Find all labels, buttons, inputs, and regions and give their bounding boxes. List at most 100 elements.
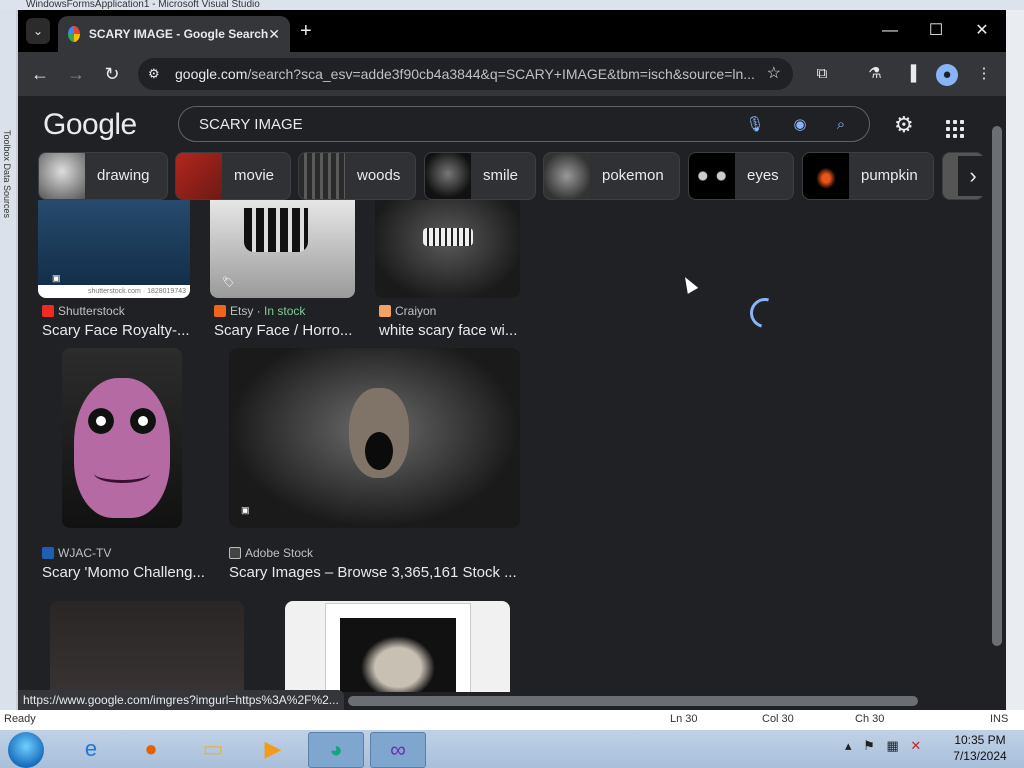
chip-label: drawing	[97, 167, 150, 184]
tab-close-icon[interactable]: ✕	[268, 26, 280, 43]
background-side-label: Toolbox Data Sources	[2, 130, 12, 219]
maximize-button[interactable]: ☐	[916, 18, 956, 44]
background-right-edge	[1006, 10, 1024, 710]
tab-title: SCARY IMAGE - Google Search	[88, 27, 269, 41]
result-image[interactable]: ▣	[229, 348, 520, 528]
side-panel-icon[interactable]: ▐	[901, 64, 921, 84]
result-image[interactable]: 🏷	[210, 200, 355, 298]
chip-pumpkin[interactable]: pumpkin	[802, 152, 934, 200]
result-caption[interactable]: Scary Face Royalty-...	[42, 322, 192, 339]
system-tray: ▴ ⚑ ▦ ✕	[845, 738, 921, 754]
menu-kebab-icon[interactable]: ⋮	[974, 64, 994, 84]
search-input[interactable]	[197, 113, 721, 135]
google-favicon-icon	[68, 26, 80, 42]
close-window-button[interactable]: ✕	[962, 18, 1002, 44]
tab-strip: ⌄ SCARY IMAGE - Google Search ✕ + — ☐ ✕	[18, 10, 1006, 52]
microphone-icon[interactable]: 🎙	[744, 114, 766, 136]
google-images-page: Google 🎙 ◉ ⌕ ⚙ drawing movie woods	[18, 96, 988, 692]
internet-explorer-icon[interactable]: e	[64, 732, 118, 766]
result-image[interactable]	[375, 200, 520, 298]
status-line: Ln 30	[670, 713, 698, 725]
chip-smile[interactable]: smile	[424, 152, 536, 200]
wjac-favicon-icon	[42, 547, 54, 559]
tab-active[interactable]: SCARY IMAGE - Google Search ✕	[58, 16, 290, 52]
chip-thumbnail	[176, 153, 222, 199]
profile-avatar-icon[interactable]: ●	[936, 64, 958, 86]
status-ready: Ready	[4, 713, 36, 725]
vertical-scrollbar[interactable]	[988, 96, 1006, 692]
tag-icon: 🏷	[222, 277, 235, 288]
adobe-stock-favicon-icon	[229, 547, 241, 559]
google-apps-grid-icon[interactable]	[946, 120, 964, 138]
shutterstock-favicon-icon	[42, 305, 54, 317]
background-window-title: WindowsFormsApplication1 - Microsoft Vis…	[0, 0, 1024, 10]
firefox-icon[interactable]: ●	[124, 732, 178, 766]
labs-flask-icon[interactable]: ⚗	[865, 64, 885, 84]
address-bar[interactable]: ⚙ google.com/search?sca_esv=adde3f90cb4a…	[138, 58, 793, 90]
chip-label: movie	[234, 167, 275, 184]
chip-pokemon[interactable]: pokemon	[543, 152, 680, 200]
chip-label: woods	[357, 167, 401, 184]
chip-woods[interactable]: woods	[298, 152, 416, 200]
chevron-right-icon[interactable]: ›	[958, 156, 988, 196]
chrome-app-icon[interactable]: ◕	[308, 732, 364, 768]
chip-drawing[interactable]: drawing	[38, 152, 168, 200]
status-char: Ch 30	[855, 713, 885, 725]
result-caption[interactable]: white scary face wi...	[379, 322, 519, 339]
reload-icon[interactable]: ↻	[100, 62, 124, 86]
result-caption[interactable]: Scary 'Momo Challeng...	[42, 564, 208, 581]
lens-camera-icon[interactable]: ◉	[789, 114, 811, 136]
search-box[interactable]: 🎙 ◉ ⌕	[178, 106, 870, 142]
hand-photo-graphic	[340, 618, 456, 692]
extensions-icon[interactable]: ⧉	[812, 64, 832, 84]
chip-label: pokemon	[602, 167, 664, 184]
address-url: google.com/search?sca_esv=adde3f90cb4a38…	[175, 58, 755, 90]
result-image[interactable]: shutterstock.com · 1828019743 ▣	[38, 200, 190, 298]
chip-movie[interactable]: movie	[175, 152, 291, 200]
action-center-flag-icon[interactable]: ⚑	[863, 738, 875, 753]
chip-thumbnail	[299, 153, 345, 199]
background-side-panel: Toolbox Data Sources	[0, 10, 16, 710]
screaming-face-graphic	[349, 388, 409, 478]
tab-search-button[interactable]: ⌄	[26, 18, 50, 44]
image-badge-icon: ▣	[52, 273, 61, 283]
browser-toolbar: ← → ↻ ⚙ google.com/search?sca_esv=adde3f…	[18, 52, 1006, 96]
result-source[interactable]: Adobe Stock	[229, 546, 313, 560]
new-tab-button[interactable]: +	[300, 20, 312, 43]
result-source[interactable]: Craiyon	[379, 304, 436, 318]
vertical-scrollbar-thumb[interactable]	[992, 126, 1002, 646]
result-source[interactable]: Shutterstock	[42, 304, 125, 318]
browser-window: ⌄ SCARY IMAGE - Google Search ✕ + — ☐ ✕ …	[18, 10, 1006, 710]
site-info-icon[interactable]: ⚙	[148, 58, 160, 90]
visual-studio-icon[interactable]: ∞	[370, 732, 426, 768]
result-caption[interactable]: Scary Images – Browse 3,365,161 Stock ..…	[229, 564, 524, 581]
bookmark-star-icon[interactable]: ☆	[767, 58, 781, 90]
back-arrow-icon[interactable]: ←	[28, 62, 52, 86]
volume-muted-icon[interactable]: ✕	[910, 738, 921, 753]
framed-photo-graphic	[325, 603, 471, 692]
result-image[interactable]	[285, 601, 510, 692]
start-button[interactable]	[8, 732, 44, 768]
settings-gear-icon[interactable]: ⚙	[894, 112, 914, 138]
forward-arrow-icon[interactable]: →	[64, 62, 88, 86]
google-logo[interactable]: Google	[43, 108, 137, 142]
result-source[interactable]: WJAC-TV	[42, 546, 111, 560]
clock-time: 10:35 PM	[954, 733, 1006, 747]
minimize-button[interactable]: —	[870, 18, 910, 44]
file-explorer-icon[interactable]: ▭	[186, 732, 240, 766]
link-status-bubble: https://www.google.com/imgres?imgurl=htt…	[18, 690, 344, 710]
system-clock[interactable]: 10:35 PM 7/13/2024	[940, 732, 1020, 764]
result-image[interactable]	[50, 601, 244, 692]
result-source[interactable]: Etsy · In stock	[214, 304, 305, 318]
chevron-down-icon: ⌄	[32, 24, 44, 38]
search-icon[interactable]: ⌕	[830, 114, 852, 136]
result-caption[interactable]: Scary Face / Horro...	[214, 322, 354, 339]
network-icon[interactable]: ▦	[886, 738, 898, 753]
result-image[interactable]	[62, 348, 182, 528]
tray-expand-icon[interactable]: ▴	[845, 738, 852, 753]
chip-eyes[interactable]: eyes	[688, 152, 794, 200]
chip-label: smile	[483, 167, 519, 184]
media-player-icon[interactable]: ▶	[246, 732, 300, 766]
background-status-bar: Ready Ln 30 Col 30 Ch 30 INS	[0, 710, 1024, 730]
horizontal-scrollbar-thumb[interactable]	[348, 696, 918, 706]
